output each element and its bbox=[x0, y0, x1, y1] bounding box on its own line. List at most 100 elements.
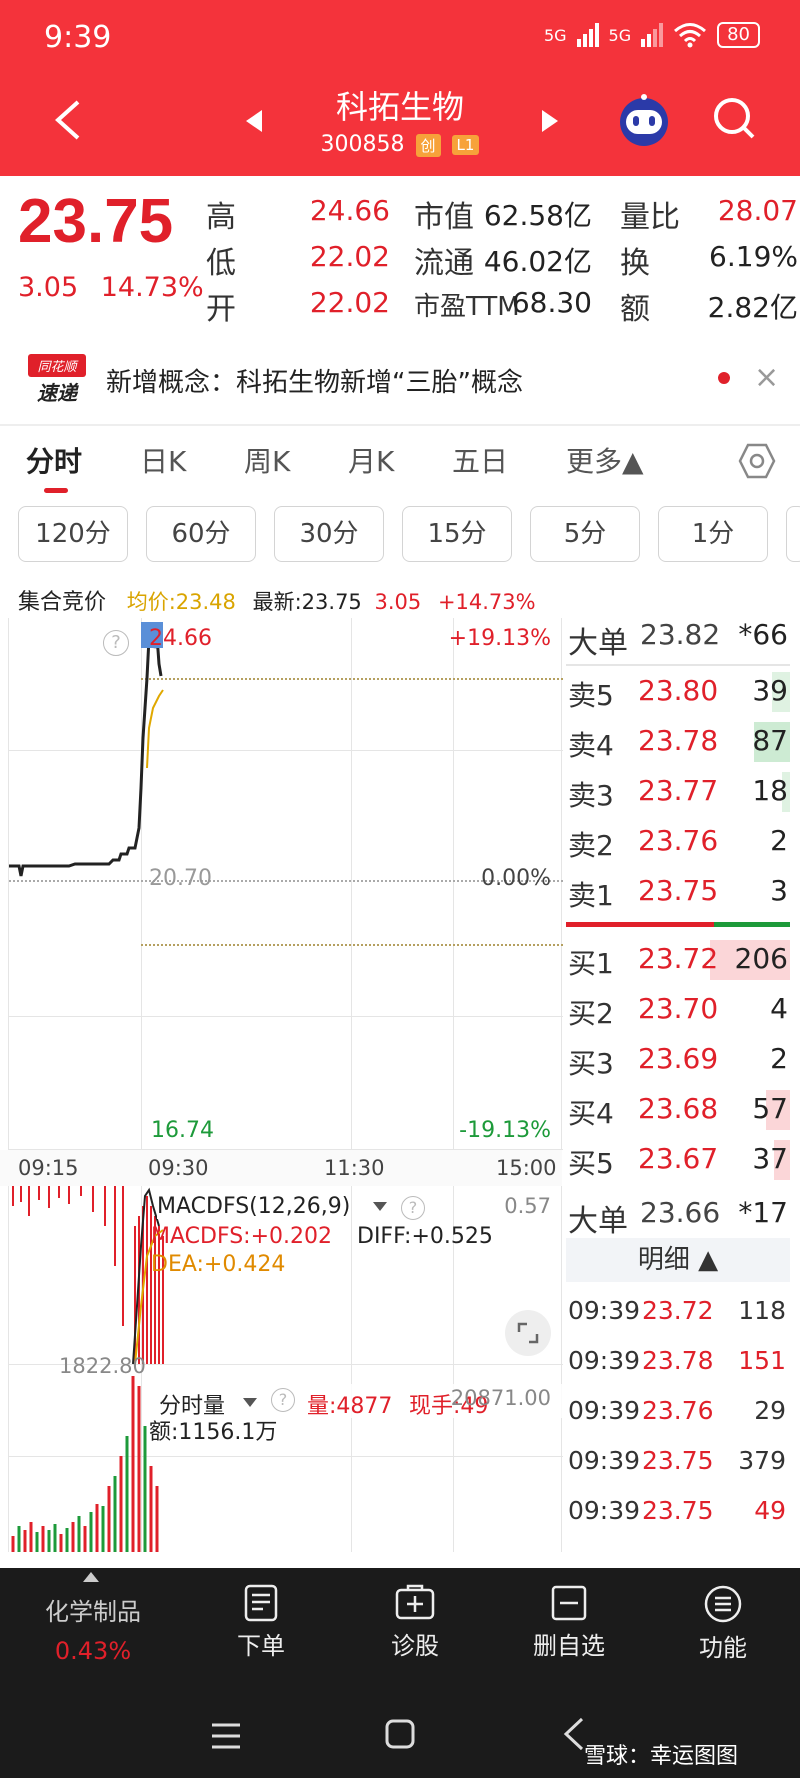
remove-label: 删自选 bbox=[533, 1632, 605, 1660]
settings-icon[interactable] bbox=[738, 442, 776, 480]
volume-ratio-value: 28.07 bbox=[717, 194, 798, 227]
axis-top-pct: +19.13% bbox=[448, 626, 551, 651]
buy-sell-ratio-bar bbox=[566, 922, 714, 927]
axis-bottom-price: 16.74 bbox=[151, 1118, 214, 1143]
help-icon[interactable]: ? bbox=[271, 1388, 295, 1412]
buy-price: 23.69 bbox=[638, 1042, 719, 1075]
tick-time: 09:39 bbox=[568, 1296, 641, 1325]
app-header: 9:39 5G 5G 80 科拓生物 300858 创 L1 bbox=[0, 0, 800, 176]
buy-price: 23.72 bbox=[638, 942, 719, 975]
float-value: 46.02亿 bbox=[483, 245, 592, 278]
expand-icon[interactable] bbox=[505, 1310, 551, 1356]
diagnose-button[interactable]: 诊股 bbox=[360, 1584, 470, 1661]
sell-level-4[interactable]: 卖4 23.78 87 bbox=[566, 718, 790, 766]
sell-volume: 87 bbox=[752, 724, 788, 757]
order-button[interactable]: 下单 bbox=[206, 1584, 316, 1661]
robot-assistant-icon[interactable] bbox=[616, 92, 672, 148]
tab-active-indicator bbox=[44, 488, 68, 493]
news-banner[interactable]: 同花顺 速递 新增概念：科拓生物新增“三胎”概念 bbox=[0, 350, 800, 430]
buy-label: 买4 bbox=[568, 1097, 614, 1130]
sell-level-5[interactable]: 卖5 23.80 39 bbox=[566, 668, 790, 716]
big-order-bottom[interactable]: 大单 23.66 *17 bbox=[566, 1190, 790, 1239]
high-value: 24.66 bbox=[309, 194, 390, 227]
tab-weekly-k[interactable]: 周K bbox=[244, 440, 290, 480]
period-more-edge[interactable] bbox=[786, 506, 800, 562]
tick-price: 23.78 bbox=[642, 1346, 714, 1375]
volume-right-max: 20871.00 bbox=[450, 1386, 551, 1410]
sector-button[interactable]: 化学制品 0.43% bbox=[20, 1592, 166, 1665]
buy-label: 买1 bbox=[568, 947, 614, 980]
sell-level-1[interactable]: 卖1 23.75 3 bbox=[566, 868, 790, 916]
divider bbox=[566, 664, 790, 666]
buy-level-5[interactable]: 买5 23.67 37 bbox=[566, 1136, 790, 1184]
buy-level-4[interactable]: 买4 23.68 57 bbox=[566, 1086, 790, 1134]
detail-toggle[interactable]: 明细 ▲ bbox=[566, 1238, 790, 1282]
period-120min[interactable]: 120分 bbox=[18, 506, 128, 562]
buy-label: 买3 bbox=[568, 1047, 614, 1080]
buy-level-3[interactable]: 买3 23.69 2 bbox=[566, 1036, 790, 1084]
tick-list[interactable]: 09:39 23.72 118 09:39 23.78 151 09:39 23… bbox=[566, 1282, 790, 1552]
period-1min[interactable]: 1分 bbox=[658, 506, 768, 562]
remove-watchlist-button[interactable]: 删自选 bbox=[514, 1584, 624, 1661]
macd-dropdown-icon[interactable] bbox=[373, 1202, 387, 1211]
close-icon[interactable]: × bbox=[754, 360, 779, 395]
volume-left-max: 1822.80 bbox=[59, 1354, 146, 1378]
sell-volume: 3 bbox=[770, 874, 788, 907]
intraday-chart[interactable]: ? 24.66 +19.13% 20.70 0.00% 16.74 -19.13… bbox=[8, 618, 563, 1150]
auction-label: 集合竞价 bbox=[18, 590, 107, 615]
diagnose-label: 诊股 bbox=[391, 1632, 439, 1660]
buy-volume: 57 bbox=[752, 1092, 788, 1125]
period-5min[interactable]: 5分 bbox=[530, 506, 640, 562]
sell-level-2[interactable]: 卖2 23.76 2 bbox=[566, 818, 790, 866]
sell-level-3[interactable]: 卖3 23.77 18 bbox=[566, 768, 790, 816]
sell-label: 卖2 bbox=[568, 829, 614, 862]
level-tag: L1 bbox=[451, 135, 480, 155]
recent-apps-icon[interactable] bbox=[210, 1722, 242, 1750]
search-icon[interactable] bbox=[712, 96, 756, 140]
news-text: 新增概念：科拓生物新增“三胎”概念 bbox=[106, 368, 523, 398]
buy-level-1[interactable]: 买1 23.72 206 bbox=[566, 936, 790, 984]
tick-row: 09:39 23.75 49 bbox=[566, 1496, 790, 1544]
order-label: 下单 bbox=[237, 1632, 285, 1660]
big-order-top[interactable]: 大单 23.82 *66 bbox=[566, 612, 790, 661]
macd-title[interactable]: MACDFS(12,26,9) bbox=[157, 1194, 351, 1219]
next-stock-icon[interactable] bbox=[540, 108, 560, 134]
chart-info-row: 集合竞价 均价:23.48 最新:23.75 3.05 +14.73% bbox=[18, 584, 536, 616]
volume-value: 量:4877 bbox=[307, 1394, 393, 1419]
tick-price: 23.76 bbox=[642, 1396, 714, 1425]
expand-up-icon[interactable] bbox=[83, 1572, 99, 1582]
tick-time: 09:39 bbox=[568, 1446, 641, 1475]
home-icon[interactable] bbox=[384, 1718, 416, 1750]
indicator-chart[interactable]: MACDFS(12,26,9) ? 0.57 MACDFS:+0.202 DIF… bbox=[8, 1186, 567, 1552]
period-30min[interactable]: 30分 bbox=[274, 506, 384, 562]
help-icon[interactable]: ? bbox=[103, 630, 129, 656]
tab-intraday[interactable]: 分时 bbox=[26, 440, 82, 480]
time-axis: 09:15 09:30 11:30 15:00 bbox=[0, 1150, 562, 1186]
tick-volume: 29 bbox=[754, 1396, 786, 1425]
tab-five-day[interactable]: 五日 bbox=[452, 440, 508, 480]
tab-monthly-k[interactable]: 月K bbox=[348, 440, 394, 480]
axis-mid-pct: 0.00% bbox=[481, 866, 551, 891]
tick-price: 23.75 bbox=[642, 1496, 714, 1525]
tick-price: 23.72 bbox=[642, 1296, 714, 1325]
diff-value: DIFF:+0.525 bbox=[357, 1224, 493, 1249]
buy-level-2[interactable]: 买2 23.70 4 bbox=[566, 986, 790, 1034]
low-value: 22.02 bbox=[309, 240, 390, 273]
stock-code: 300858 bbox=[320, 132, 405, 157]
volume-dropdown-icon[interactable] bbox=[243, 1398, 257, 1407]
dea-value: DEA:+0.424 bbox=[151, 1252, 286, 1277]
buy-price: 23.67 bbox=[638, 1142, 719, 1175]
nav-back-icon[interactable] bbox=[562, 1716, 586, 1752]
period-15min[interactable]: 15分 bbox=[402, 506, 512, 562]
function-button[interactable]: 功能 bbox=[668, 1584, 778, 1663]
axis-top-price: 24.66 bbox=[149, 626, 212, 651]
latest-change: 3.05 bbox=[374, 590, 422, 614]
period-60min[interactable]: 60分 bbox=[146, 506, 256, 562]
help-icon[interactable]: ? bbox=[401, 1196, 425, 1220]
tab-more[interactable]: 更多▲ bbox=[566, 440, 644, 480]
time-label: 15:00 bbox=[496, 1156, 557, 1180]
tab-daily-k[interactable]: 日K bbox=[140, 440, 186, 480]
tick-time: 09:39 bbox=[568, 1496, 641, 1525]
battery-icon: 80 bbox=[717, 22, 760, 48]
menu-circle-icon bbox=[704, 1585, 742, 1623]
